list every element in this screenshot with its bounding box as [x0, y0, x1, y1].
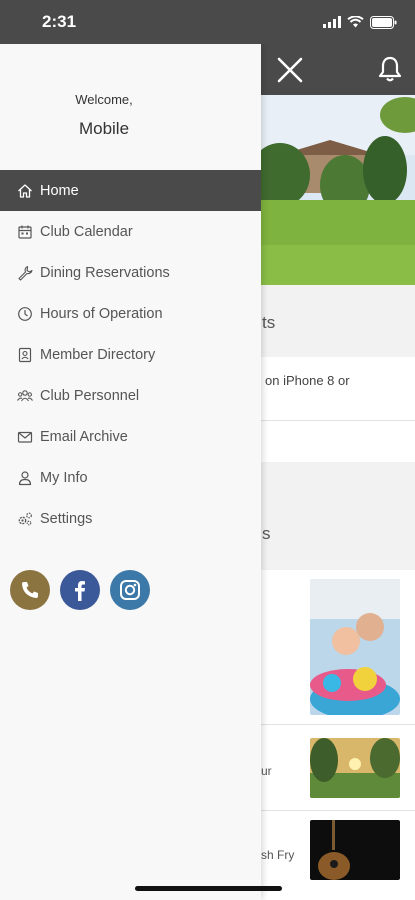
clock-icon — [17, 306, 33, 322]
section-header-2-label: s — [262, 524, 271, 543]
menu-item-label: Home — [40, 182, 79, 199]
wrench-icon — [17, 265, 33, 281]
facebook-icon — [75, 581, 85, 601]
side-drawer: Welcome, Mobile Home Club Calendar Dinin… — [0, 44, 261, 900]
menu-item-label: Email Archive — [40, 428, 128, 445]
status-bar: 2:31 — [0, 0, 415, 44]
thumbnail-guitar[interactable] — [310, 820, 400, 880]
gears-icon — [17, 511, 33, 527]
user-name: Mobile — [78, 119, 130, 138]
calendar-icon — [17, 224, 33, 240]
instagram-icon — [120, 580, 140, 600]
section-header-1-label: ts — [262, 313, 276, 332]
welcome-text: Welcome, — [75, 92, 133, 107]
instagram-button[interactable] — [110, 570, 150, 610]
menu-item-label: Settings — [40, 510, 93, 527]
status-time: 2:31 — [42, 12, 77, 31]
menu-item-settings[interactable]: Settings — [0, 498, 261, 539]
list-item-text: sh Fry — [261, 848, 295, 862]
wifi-icon — [347, 16, 364, 28]
home-icon — [17, 183, 33, 199]
notice-text: on iPhone 8 or — [265, 373, 350, 388]
menu-item-label: Dining Reservations — [40, 264, 170, 281]
menu-item-member-directory[interactable]: Member Directory — [0, 334, 261, 375]
menu-item-label: Hours of Operation — [40, 305, 163, 322]
close-menu-button[interactable] — [276, 56, 304, 84]
menu-item-club-personnel[interactable]: Club Personnel — [0, 375, 261, 416]
facebook-button[interactable] — [60, 570, 100, 610]
menu-item-label: Club Calendar — [40, 223, 133, 240]
close-icon — [277, 57, 303, 83]
menu-item-email-archive[interactable]: Email Archive — [0, 416, 261, 457]
menu-item-club-calendar[interactable]: Club Calendar — [0, 211, 261, 252]
menu-item-my-info[interactable]: My Info — [0, 457, 261, 498]
notifications-button[interactable] — [377, 55, 403, 83]
social-links — [10, 570, 150, 610]
battery-icon — [370, 15, 397, 29]
person-icon — [17, 470, 33, 486]
signal-icon — [323, 16, 341, 28]
contact-card-icon — [17, 347, 33, 363]
menu-item-dining-reservations[interactable]: Dining Reservations — [0, 252, 261, 293]
thumbnail-pool-photo[interactable] — [310, 579, 400, 715]
envelope-icon — [17, 429, 33, 445]
nav-menu: Home Club Calendar Dining Reservations H… — [0, 170, 261, 539]
bell-icon — [378, 56, 402, 82]
phone-button[interactable] — [10, 570, 50, 610]
thumbnail-sunset-course[interactable] — [310, 738, 400, 798]
menu-item-hours-of-operation[interactable]: Hours of Operation — [0, 293, 261, 334]
home-indicator[interactable] — [135, 886, 282, 891]
menu-item-label: Club Personnel — [40, 387, 140, 404]
phone-icon — [22, 582, 38, 598]
menu-item-label: My Info — [40, 469, 88, 486]
menu-item-home[interactable]: Home — [0, 170, 261, 211]
menu-item-label: Member Directory — [40, 346, 156, 363]
status-icons — [323, 12, 397, 32]
people-icon — [17, 388, 33, 404]
list-item-text: ur — [261, 764, 272, 778]
